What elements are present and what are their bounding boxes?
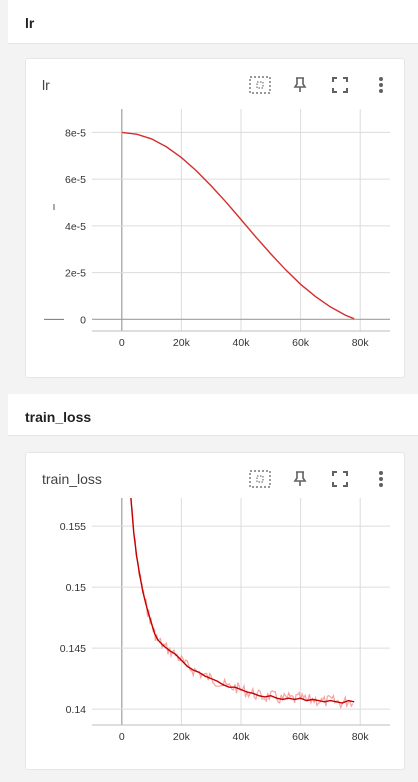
x-tick-label: 80k: [352, 337, 370, 349]
chart-card-train-loss: train_loss 0 20k 40k 60k 80k 0.14 0.145 0.15 0.1…: [25, 452, 405, 770]
x-tick-label: 40k: [233, 337, 251, 349]
y-tick-label: 6e-5: [65, 174, 86, 186]
section-title: train_loss: [25, 409, 92, 425]
train-loss-chart[interactable]: 0 20k 40k 60k 80k 0.14 0.145 0.15 0.155: [26, 453, 406, 771]
x-tick-label: 40k: [233, 731, 251, 743]
x-tick-label: 0: [119, 337, 125, 349]
x-tick-label: 60k: [292, 731, 310, 743]
y-tick-label: 2e-5: [65, 268, 86, 280]
x-tick-label: 20k: [173, 731, 191, 743]
series-line: [130, 498, 355, 704]
y-tick-label: 0.155: [60, 521, 86, 533]
y-tick-label: 0.14: [66, 704, 87, 716]
x-tick-label: 60k: [292, 337, 310, 349]
y-tick-label: 4e-5: [65, 221, 86, 233]
section-header-lr: lr: [8, 0, 418, 44]
y-tick-label: 0.145: [60, 643, 86, 655]
y-tick-label: 8e-5: [65, 127, 86, 139]
x-tick-label: 0: [119, 731, 125, 743]
x-tick-label: 80k: [352, 731, 370, 743]
y-tick-label: 0: [80, 314, 86, 326]
raw-series-line: [130, 498, 354, 710]
x-tick-label: 20k: [173, 337, 191, 349]
section-title: lr: [25, 15, 35, 31]
section-header-train-loss: train_loss: [8, 394, 418, 436]
chart-card-lr: lr 0 20k 40k 60k 80k 0 2e-5 4e-5 6e-5 8e-5: [25, 58, 405, 378]
y-tick-label: 0.15: [66, 582, 87, 594]
lr-chart[interactable]: 0 20k 40k 60k 80k 0 2e-5 4e-5 6e-5 8e-5: [26, 59, 406, 379]
